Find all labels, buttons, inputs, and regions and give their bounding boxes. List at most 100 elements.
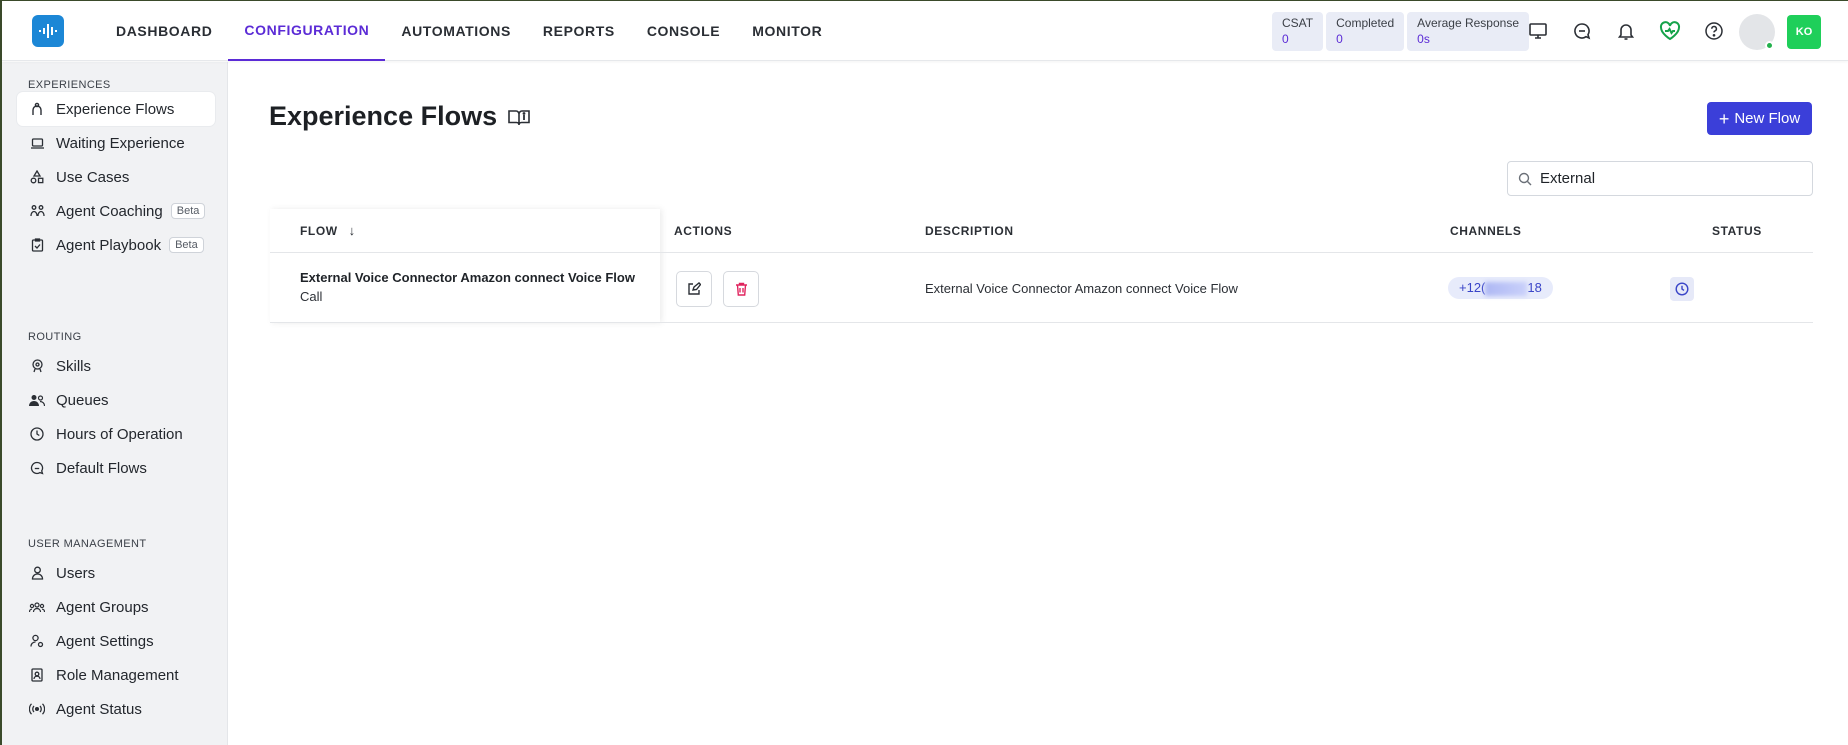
redacted-phone-digits: [1485, 281, 1528, 296]
nav-configuration[interactable]: CONFIGURATION: [228, 1, 386, 61]
sidebar-item-skills[interactable]: Skills: [17, 349, 215, 383]
top-icon-group: [1522, 15, 1730, 47]
sidebar-item-role-management[interactable]: Role Management: [17, 658, 215, 692]
column-header-channels: CHANNELS: [1450, 224, 1522, 238]
edit-button[interactable]: [676, 271, 712, 307]
sidebar-item-use-cases[interactable]: Use Cases: [17, 160, 215, 194]
sidebar-item-label: Queues: [56, 391, 109, 409]
new-flow-label: New Flow: [1734, 110, 1801, 127]
laptop-icon: [29, 135, 45, 151]
sidebar-section-title: ROUTING: [28, 331, 82, 343]
column-header-status: STATUS: [1712, 224, 1762, 238]
clock-icon: [1675, 282, 1689, 296]
metric-csat: CSAT 0: [1272, 12, 1324, 51]
soundwave-icon: [39, 24, 57, 38]
channel-number-prefix: +12(: [1459, 280, 1486, 295]
app-window: DASHBOARD CONFIGURATION AUTOMATIONS REPO…: [2, 1, 1848, 745]
chat-icon: [29, 460, 45, 476]
sidebar-item-label: Experience Flows: [56, 100, 175, 118]
users-icon: [29, 392, 45, 408]
nav-dashboard[interactable]: DASHBOARD: [100, 1, 228, 61]
chat-icon[interactable]: [1566, 15, 1598, 47]
book-info-icon[interactable]: [507, 108, 531, 133]
column-header-actions: ACTIONS: [674, 224, 733, 238]
nav-reports[interactable]: REPORTS: [527, 1, 631, 61]
flows-table: FLOW ↓ ACTIONS DESCRIPTION CHANNELS STAT…: [270, 209, 1813, 323]
metric-value: 0s: [1417, 32, 1430, 46]
sidebar-item-label: Agent Settings: [56, 632, 154, 650]
metric-label: Average Response: [1417, 16, 1520, 30]
badge-icon: [29, 667, 45, 683]
sidebar: EXPERIENCES Experience Flows Waiting Exp…: [2, 62, 228, 745]
user-settings-icon: [29, 633, 45, 649]
sidebar-item-agent-settings[interactable]: Agent Settings: [17, 624, 215, 658]
page-title: Experience Flows: [269, 101, 498, 131]
nav-automations[interactable]: AUTOMATIONS: [385, 1, 527, 61]
health-heart-icon[interactable]: [1654, 15, 1686, 47]
delete-button[interactable]: [723, 271, 759, 307]
sidebar-item-label: Default Flows: [56, 459, 147, 477]
sidebar-item-experience-flows[interactable]: Experience Flows: [17, 92, 215, 126]
monitor-icon[interactable]: [1522, 15, 1554, 47]
sidebar-section-title: USER MANAGEMENT: [28, 538, 147, 550]
sidebar-item-users[interactable]: Users: [17, 556, 215, 590]
sidebar-item-label: Agent Status: [56, 700, 142, 718]
new-flow-button[interactable]: + New Flow: [1707, 102, 1812, 135]
sidebar-item-label: Skills: [56, 357, 92, 375]
search-icon: [1518, 172, 1532, 185]
top-navigation-bar: DASHBOARD CONFIGURATION AUTOMATIONS REPO…: [2, 1, 1848, 61]
channel-badge[interactable]: +12( 18: [1448, 277, 1553, 299]
table-header: FLOW ↓ ACTIONS DESCRIPTION CHANNELS STAT…: [270, 209, 1813, 253]
metric-average-response: Average Response 0s: [1407, 12, 1530, 51]
metric-value: 0: [1282, 32, 1289, 46]
help-icon[interactable]: [1698, 15, 1730, 47]
metrics-bar: CSAT 0 Completed 0 Average Response 0s: [1272, 12, 1530, 51]
sidebar-item-label: Role Management: [56, 666, 179, 684]
search-input[interactable]: [1540, 170, 1800, 187]
clock-icon: [29, 426, 45, 442]
sidebar-item-hours-of-operation[interactable]: Hours of Operation: [17, 417, 215, 451]
edit-icon: [688, 282, 701, 295]
main-nav: DASHBOARD CONFIGURATION AUTOMATIONS REPO…: [100, 1, 838, 61]
sidebar-item-agent-groups[interactable]: Agent Groups: [17, 590, 215, 624]
status-schedule-button[interactable]: [1670, 277, 1694, 301]
column-header-description: DESCRIPTION: [925, 224, 1014, 238]
main-content: Experience Flows + New Flow FLOW ↓ ACTIO…: [229, 62, 1848, 745]
flow-cell: External Voice Connector Amazon connect …: [300, 270, 635, 304]
avatar[interactable]: [1739, 14, 1775, 50]
trash-icon: [735, 282, 747, 296]
sidebar-item-default-flows[interactable]: Default Flows: [17, 451, 215, 485]
sidebar-item-agent-coaching[interactable]: Agent Coaching Beta: [17, 194, 215, 228]
sidebar-item-queues[interactable]: Queues: [17, 383, 215, 417]
sidebar-item-agent-playbook[interactable]: Agent Playbook Beta: [17, 228, 215, 262]
flow-icon: [29, 101, 45, 117]
channel-number-suffix: 18: [1527, 280, 1542, 295]
bell-icon[interactable]: [1610, 15, 1642, 47]
user-initials-badge[interactable]: KO: [1787, 15, 1821, 49]
group-icon: [29, 599, 45, 615]
table-row[interactable]: External Voice Connector Amazon connect …: [270, 253, 1813, 323]
metric-label: Completed: [1336, 16, 1395, 30]
sidebar-item-label: Agent Playbook: [56, 236, 162, 254]
sort-down-icon: ↓: [348, 223, 356, 238]
nav-console[interactable]: CONSOLE: [631, 1, 736, 61]
user-icon: [29, 565, 45, 581]
metric-value: 0: [1336, 32, 1343, 46]
app-logo[interactable]: [32, 15, 64, 47]
metric-completed: Completed 0: [1326, 12, 1405, 51]
search-box[interactable]: [1507, 161, 1813, 196]
beta-badge: Beta: [169, 237, 204, 253]
sidebar-item-label: Use Cases: [56, 168, 130, 186]
sidebar-item-agent-status[interactable]: Agent Status: [17, 692, 215, 726]
sidebar-item-waiting-experience[interactable]: Waiting Experience: [17, 126, 215, 160]
flow-name[interactable]: External Voice Connector Amazon connect …: [300, 270, 635, 285]
plus-icon: +: [1718, 108, 1730, 129]
sidebar-section-title: EXPERIENCES: [28, 79, 111, 91]
broadcast-icon: [29, 701, 45, 717]
metric-label: CSAT: [1282, 16, 1314, 30]
coaching-icon: [29, 203, 45, 219]
nav-monitor[interactable]: MONITOR: [736, 1, 838, 61]
online-status-dot: [1765, 41, 1774, 50]
sidebar-item-label: Users: [56, 564, 96, 582]
column-header-flow[interactable]: FLOW ↓: [300, 209, 356, 253]
